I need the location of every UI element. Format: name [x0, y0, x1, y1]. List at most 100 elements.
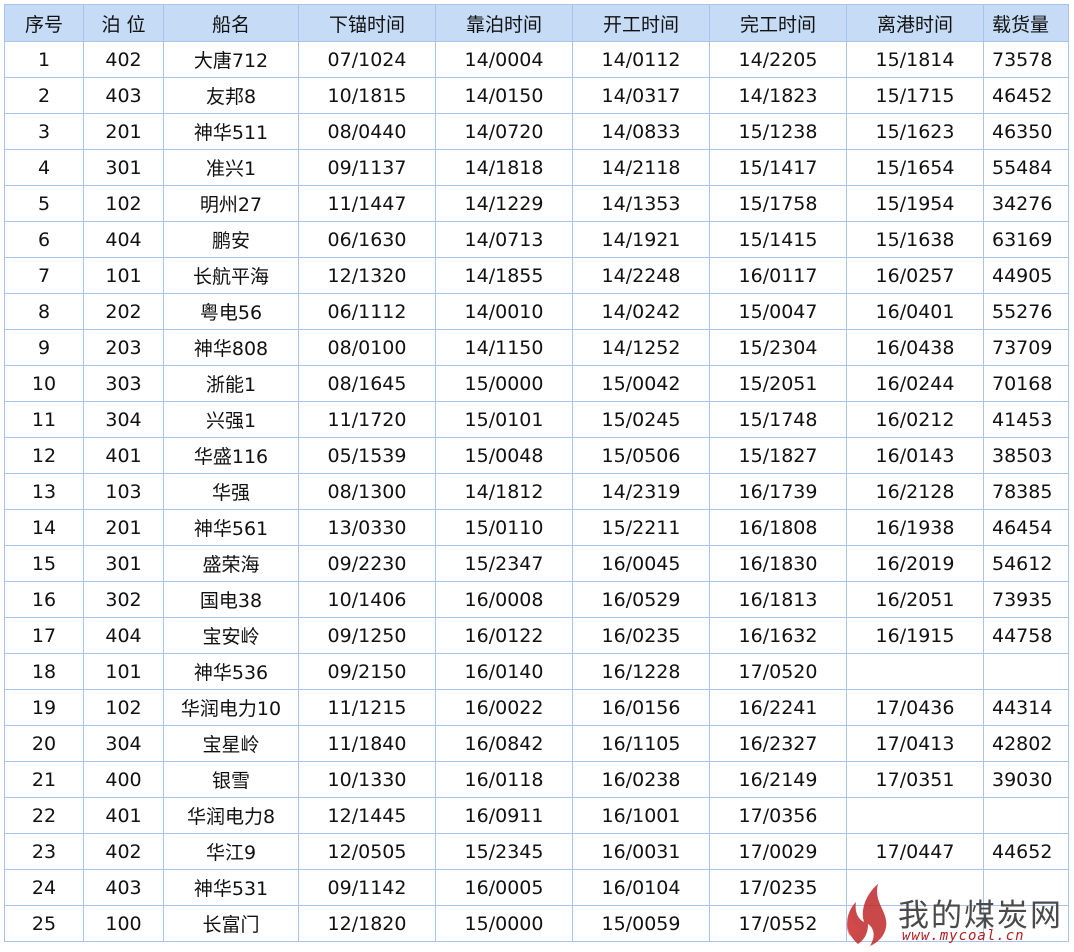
cell-departure-time: 15/1623: [846, 113, 984, 150]
cell-finish-time: 17/0235: [709, 869, 847, 906]
cell-ship-name: 明州27: [163, 185, 299, 222]
cell-cargo-volume: 34276: [983, 185, 1069, 222]
table-row: 8 202 粤电56 06/1112 14/0010 14/0242 15/0047 16/0…: [4, 293, 1069, 330]
cell-berthing-time: 16/0140: [435, 653, 573, 690]
cell-berth: 301: [83, 149, 164, 186]
cell-cargo-volume: 63169: [983, 221, 1069, 258]
cell-berthing-time: 16/0911: [435, 797, 573, 834]
cell-cargo-volume: 44905: [983, 257, 1069, 294]
cell-ship-name: 华江9: [163, 833, 299, 870]
cell-departure-time: 16/1938: [846, 509, 984, 546]
cell-finish-time: 15/2304: [709, 329, 847, 366]
cell-anchor-time: 08/1300: [298, 473, 436, 510]
cell-index: 3: [4, 113, 84, 150]
cell-ship-name: 长航平海: [163, 257, 299, 294]
cell-finish-time: 17/0029: [709, 833, 847, 870]
cell-berth: 401: [83, 797, 164, 834]
cell-start-time: 16/0156: [572, 689, 710, 726]
cell-berth: 100: [83, 905, 164, 942]
cell-berth: 101: [83, 257, 164, 294]
cell-cargo-volume: 46454: [983, 509, 1069, 546]
cell-cargo-volume: [983, 797, 1069, 834]
cell-start-time: 16/0104: [572, 869, 710, 906]
cell-departure-time: 17/0413: [846, 725, 984, 762]
watermark: 我的煤炭网 www.mycoal.cn: [838, 878, 1070, 950]
cell-cargo-volume: 42802: [983, 725, 1069, 762]
cell-berthing-time: 16/0842: [435, 725, 573, 762]
cell-index: 25: [4, 905, 84, 942]
cell-anchor-time: 06/1112: [298, 293, 436, 330]
cell-start-time: 16/1105: [572, 725, 710, 762]
cell-berth: 302: [83, 581, 164, 618]
cell-finish-time: 16/2241: [709, 689, 847, 726]
cell-index: 19: [4, 689, 84, 726]
cell-ship-name: 长富门: [163, 905, 299, 942]
cell-departure-time: 16/0212: [846, 401, 984, 438]
cell-berthing-time: 15/0048: [435, 437, 573, 474]
cell-anchor-time: 09/2150: [298, 653, 436, 690]
cell-finish-time: 15/1417: [709, 149, 847, 186]
cell-finish-time: 16/1632: [709, 617, 847, 654]
column-header-index: 序号: [4, 4, 84, 42]
cell-index: 22: [4, 797, 84, 834]
cell-cargo-volume: 70168: [983, 365, 1069, 402]
cell-cargo-volume: 73578: [983, 41, 1069, 78]
table-row: 22 401 华润电力8 12/1445 16/0911 16/1001 17/0356: [4, 797, 1069, 834]
table-row: 5 102 明州27 11/1447 14/1229 14/1353 15/1758 15/1…: [4, 185, 1069, 222]
table-row: 15 301 盛荣海 09/2230 15/2347 16/0045 16/1830 16/2…: [4, 545, 1069, 582]
cell-index: 17: [4, 617, 84, 654]
cell-start-time: 16/1001: [572, 797, 710, 834]
table-row: 9 203 神华808 08/0100 14/1150 14/1252 15/2304 16/…: [4, 329, 1069, 366]
cell-berth: 402: [83, 41, 164, 78]
cell-berthing-time: 16/0005: [435, 869, 573, 906]
cell-finish-time: 17/0356: [709, 797, 847, 834]
cell-berthing-time: 16/0118: [435, 761, 573, 798]
cell-start-time: 14/0242: [572, 293, 710, 330]
cell-anchor-time: 10/1330: [298, 761, 436, 798]
cell-cargo-volume: 55484: [983, 149, 1069, 186]
cell-ship-name: 鹏安: [163, 221, 299, 258]
cell-index: 24: [4, 869, 84, 906]
table-row: 19 102 华润电力10 11/1215 16/0022 16/0156 16/2241 1…: [4, 689, 1069, 726]
flame-logo-icon: [846, 884, 887, 946]
table-row: 11 304 兴强1 11/1720 15/0101 15/0245 15/1748 16/0…: [4, 401, 1069, 438]
cell-finish-time: 15/1827: [709, 437, 847, 474]
cell-finish-time: 16/1830: [709, 545, 847, 582]
cell-ship-name: 神华808: [163, 329, 299, 366]
cell-berthing-time: 15/0110: [435, 509, 573, 546]
cell-ship-name: 大唐712: [163, 41, 299, 78]
watermark-url: www.mycoal.cn: [902, 928, 1025, 944]
cell-berthing-time: 14/1855: [435, 257, 573, 294]
table-header-row: 序号泊 位船名 下锚时间 靠泊时间 开工时间 完工时间 离港时间 载货量: [4, 4, 1069, 42]
cell-cargo-volume: 38503: [983, 437, 1069, 474]
cell-index: 7: [4, 257, 84, 294]
cell-ship-name: 神华511: [163, 113, 299, 150]
cell-index: 14: [4, 509, 84, 546]
cell-berth: 303: [83, 365, 164, 402]
table-row: 10 303 浙能1 08/1645 15/0000 15/0042 15/2051 16/0…: [4, 365, 1069, 402]
cell-start-time: 16/1228: [572, 653, 710, 690]
cell-anchor-time: 08/1645: [298, 365, 436, 402]
cell-departure-time: 17/0447: [846, 833, 984, 870]
cell-ship-name: 华盛116: [163, 437, 299, 474]
cell-departure-time: 15/1638: [846, 221, 984, 258]
cell-departure-time: [846, 797, 984, 834]
column-header-anchor-time: 下锚时间: [298, 4, 436, 42]
cell-finish-time: 15/1238: [709, 113, 847, 150]
cell-anchor-time: 12/0505: [298, 833, 436, 870]
cell-start-time: 15/2211: [572, 509, 710, 546]
cell-start-time: 16/0529: [572, 581, 710, 618]
cell-cargo-volume: 41453: [983, 401, 1069, 438]
cell-ship-name: 宝安岭: [163, 617, 299, 654]
cell-anchor-time: 10/1406: [298, 581, 436, 618]
cell-berth: 203: [83, 329, 164, 366]
cell-start-time: 16/0235: [572, 617, 710, 654]
cell-cargo-volume: 55276: [983, 293, 1069, 330]
cell-finish-time: 15/1748: [709, 401, 847, 438]
cell-berthing-time: 15/0000: [435, 905, 573, 942]
cell-finish-time: 17/0520: [709, 653, 847, 690]
table-row: 7 101 长航平海 12/1320 14/1855 14/2248 16/0117 16/0…: [4, 257, 1069, 294]
cell-cargo-volume: 54612: [983, 545, 1069, 582]
cell-berth: 301: [83, 545, 164, 582]
column-header-departure-time: 离港时间: [846, 4, 984, 42]
